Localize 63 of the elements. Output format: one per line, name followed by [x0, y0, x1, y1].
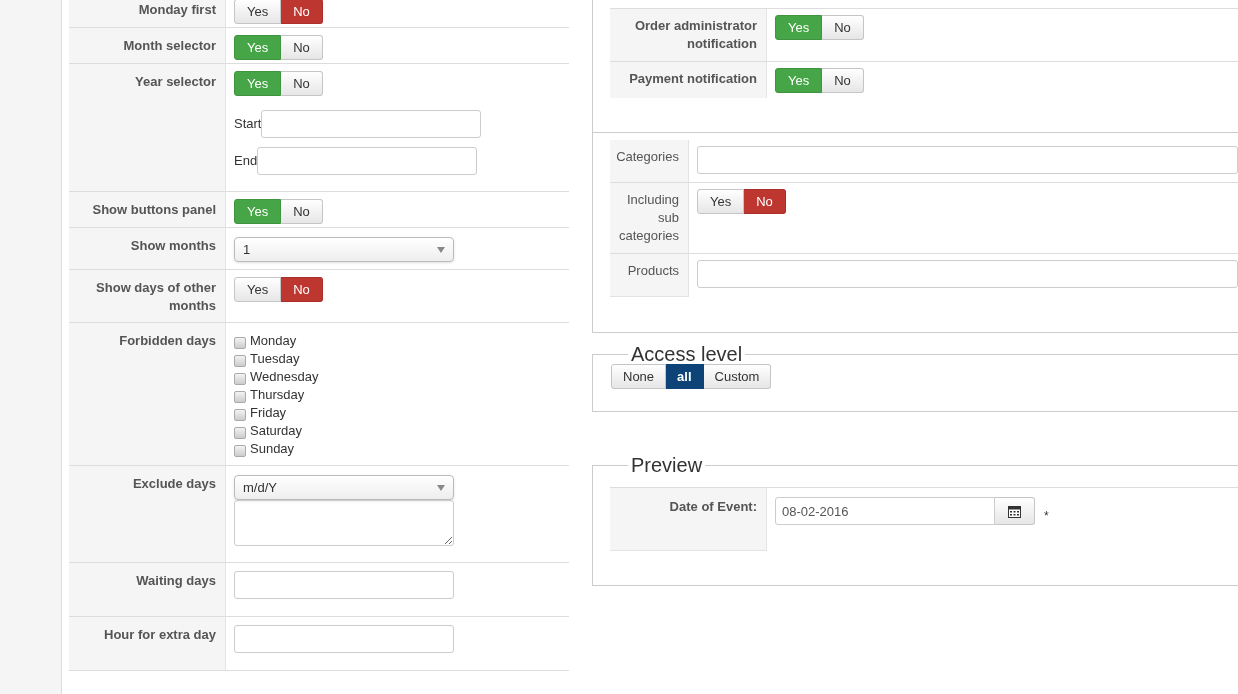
toggle-option[interactable]: No	[281, 0, 323, 24]
caret-icon	[437, 246, 445, 253]
field-label: Including sub categories	[619, 192, 679, 243]
section-title: Access level	[630, 342, 744, 366]
section-title: Preview	[630, 453, 704, 477]
dropdown[interactable]: m/d/Y	[234, 475, 454, 500]
checkbox-label: Sunday	[250, 440, 295, 459]
toggle-option[interactable]: No	[281, 71, 323, 96]
input-field[interactable]	[697, 146, 1238, 174]
field-label: End	[234, 152, 258, 171]
field-label: Categories	[616, 149, 679, 164]
toggle-option[interactable]: No	[822, 15, 864, 40]
input-field[interactable]	[234, 571, 454, 599]
checkbox-label: Friday	[250, 404, 287, 423]
checkbox-label: Saturday	[250, 422, 303, 441]
checkbox-label: Thursday	[250, 386, 305, 405]
checkbox[interactable]	[234, 372, 246, 385]
field-label: Waiting days	[136, 573, 216, 588]
caret-icon	[437, 484, 445, 491]
toggle-option[interactable]: No	[281, 35, 323, 60]
field-label: Show months	[130, 238, 216, 253]
field-label: Exclude days	[132, 476, 216, 491]
input-field[interactable]	[697, 260, 1238, 288]
field-label: Order administrator notification	[634, 18, 757, 51]
calendar-icon	[1008, 504, 1021, 518]
checkbox[interactable]	[234, 390, 246, 403]
field-label: Forbidden days	[119, 333, 216, 348]
toggle-option[interactable]: No	[822, 68, 864, 93]
checkbox[interactable]	[234, 336, 246, 349]
toggle-option[interactable]: Yes	[697, 189, 745, 214]
field-label: Month selector	[123, 38, 216, 53]
checkbox[interactable]	[234, 408, 246, 421]
access-option[interactable]: None	[611, 364, 667, 389]
calendar-button[interactable]	[995, 497, 1035, 525]
input-field[interactable]	[261, 110, 482, 138]
field-label: Date of Event:	[669, 499, 757, 514]
required-mark: *	[1044, 508, 1049, 525]
checkbox[interactable]	[234, 354, 246, 367]
field-label: Payment notification	[629, 71, 757, 86]
field-label: Products	[627, 263, 679, 278]
toggle-option[interactable]: No	[281, 199, 323, 224]
checkbox-label: Monday	[250, 332, 297, 351]
toggle-option[interactable]: Yes	[234, 0, 282, 24]
checkbox[interactable]	[234, 444, 246, 457]
checkbox[interactable]	[234, 426, 246, 439]
access-option[interactable]: Custom	[703, 364, 772, 389]
dropdown[interactable]: 1	[234, 237, 454, 262]
field-label: Start	[234, 115, 262, 134]
toggle-option[interactable]: No	[744, 189, 786, 214]
checkbox-label: Tuesday	[250, 350, 300, 369]
text-area[interactable]	[234, 500, 454, 546]
field-label: Hour for extra day	[104, 627, 216, 642]
field-label: Show days of other months	[96, 280, 216, 313]
date-field[interactable]: 08-02-2016	[775, 497, 995, 525]
field-label: Show buttons panel	[92, 202, 216, 217]
access-option[interactable]: all	[666, 364, 704, 389]
checkbox-label: Wednesday	[250, 368, 319, 387]
field-label: Year selector	[135, 74, 216, 89]
input-field[interactable]	[234, 625, 454, 653]
field-label: Monday first	[138, 2, 216, 17]
toggle-option[interactable]: Yes	[234, 277, 282, 302]
toggle-option[interactable]: No	[281, 277, 323, 302]
input-field[interactable]	[257, 147, 478, 175]
